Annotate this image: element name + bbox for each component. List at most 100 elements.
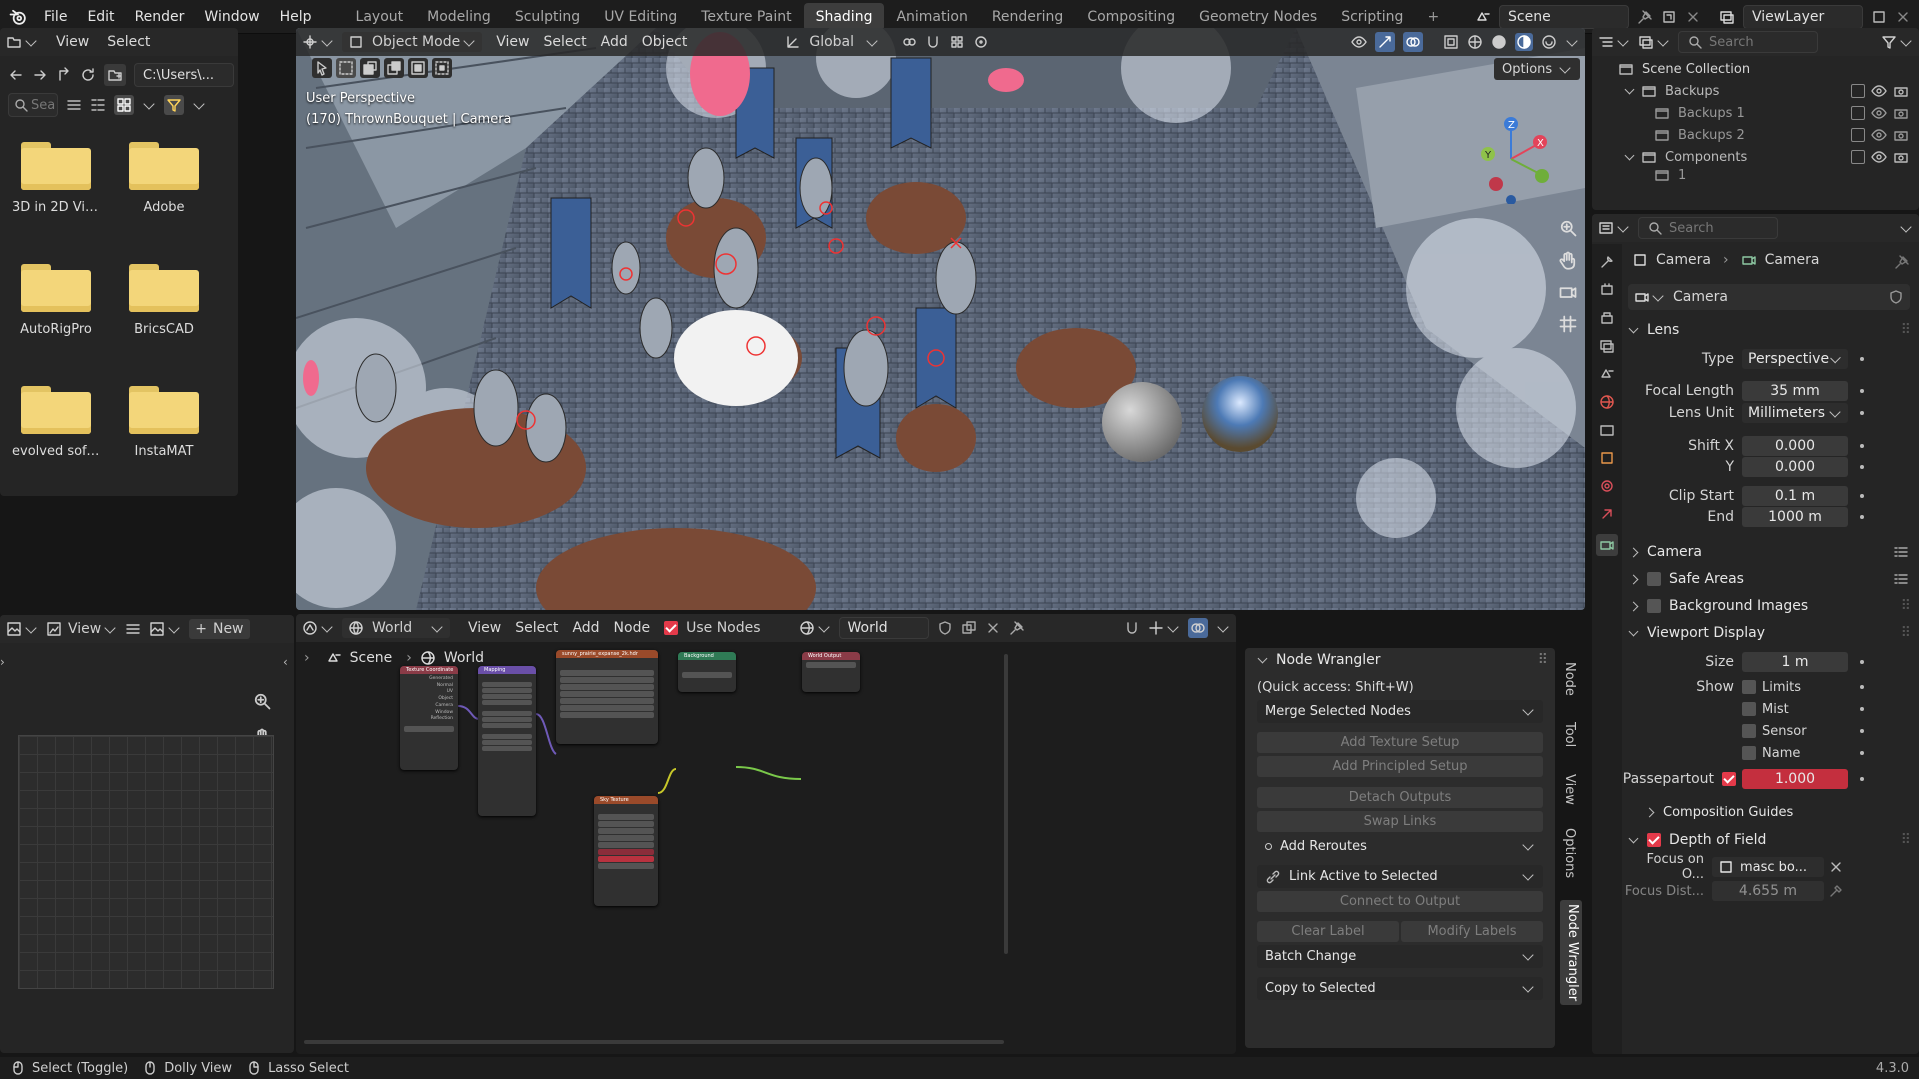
tree-row[interactable]: Backups 2 (1592, 124, 1919, 146)
keyframe-dot[interactable] (1860, 707, 1864, 711)
eye-icon[interactable] (1871, 105, 1887, 121)
folder-item[interactable]: evolved soft... (12, 386, 100, 459)
shader-node-editor[interactable]: World View Select Add Node Use Nodes Wor… (296, 614, 1236, 1054)
folder-item[interactable]: BricsCAD (120, 264, 208, 337)
dof-checkbox[interactable] (1647, 833, 1661, 847)
focal-length-field[interactable]: 35 mm (1742, 381, 1848, 401)
constraints-tab-icon[interactable] (1599, 506, 1615, 522)
camera-datablock-field[interactable]: Camera (1628, 284, 1910, 310)
keyframe-dot[interactable] (1860, 494, 1864, 498)
properties-search-input[interactable]: Search (1638, 217, 1778, 239)
select-extend-icon[interactable] (360, 58, 380, 78)
focus-object-field[interactable]: masc bo... (1712, 857, 1824, 877)
focus-distance-field[interactable]: 4.655 m (1712, 881, 1824, 901)
proportional-edit-icon[interactable] (973, 34, 989, 50)
eyedropper-icon[interactable] (1828, 883, 1844, 899)
node-texture-coordinate[interactable]: Texture Coordinate Generated Normal UV Obje… (400, 666, 458, 770)
camera-data-tab-icon[interactable] (1596, 534, 1618, 556)
add-workspace-icon[interactable]: + (1415, 3, 1451, 31)
vertical-scrollbar[interactable] (1004, 654, 1008, 954)
pin-icon[interactable] (1894, 254, 1910, 270)
tab-geometry-nodes[interactable]: Geometry Nodes (1187, 3, 1329, 31)
keyframe-dot[interactable] (1860, 444, 1864, 448)
options-dropdown[interactable]: Options (1494, 58, 1581, 80)
delete-scene-icon[interactable] (1685, 9, 1701, 25)
path-field[interactable]: C:\Users\... (134, 63, 234, 87)
tree-row[interactable]: Components (1592, 146, 1919, 168)
batch-change-dropdown[interactable]: Batch Change (1257, 945, 1543, 968)
editor-type-icon[interactable] (6, 621, 38, 637)
size-field[interactable]: 1 m (1742, 652, 1848, 672)
menu-render[interactable]: Render (125, 9, 195, 25)
panel-header[interactable]: Node Wrangler ⠿ (1245, 648, 1555, 672)
menu-view[interactable]: View (496, 34, 529, 50)
tab-node-wrangler[interactable]: Node Wrangler (1560, 900, 1582, 1006)
outliner-search-input[interactable]: Search (1678, 31, 1818, 53)
eye-icon[interactable] (1871, 83, 1887, 99)
clip-end-field[interactable]: 1000 m (1742, 507, 1848, 527)
delete-view-layer-icon[interactable] (1895, 9, 1911, 25)
tree-row[interactable]: Backups (1592, 80, 1919, 102)
menu-select[interactable]: Select (107, 34, 150, 50)
menu-window[interactable]: Window (194, 9, 269, 25)
zoom-icon[interactable] (1558, 218, 1578, 238)
tab-scripting[interactable]: Scripting (1329, 3, 1415, 31)
filter-dropdown-icon[interactable] (193, 97, 205, 110)
keyframe-dot[interactable] (1860, 729, 1864, 733)
background-images-checkbox[interactable] (1647, 599, 1661, 613)
section-depth-of-field[interactable]: Depth of Field ⠿ (1622, 828, 1919, 852)
add-reroutes-dropdown[interactable]: Add Reroutes (1257, 835, 1543, 858)
tab-tool[interactable]: Tool (1562, 722, 1577, 747)
thumbnail-view-icon[interactable] (114, 95, 134, 115)
editor-type-icon[interactable] (1598, 34, 1630, 50)
menu-help[interactable]: Help (270, 9, 322, 25)
ortho-grid-icon[interactable] (1558, 314, 1578, 334)
shift-x-field[interactable]: 0.000 (1742, 436, 1848, 456)
detail-view-icon[interactable] (90, 97, 106, 113)
section-viewport-display[interactable]: Viewport Display ⠿ (1622, 621, 1919, 645)
object-tab-icon[interactable] (1599, 450, 1615, 466)
breadcrumb-object[interactable]: Camera (1656, 252, 1711, 268)
tab-view[interactable]: View (1562, 774, 1577, 805)
expand-toolbar-icon[interactable]: › (0, 655, 10, 671)
folder-item[interactable]: 3D in 2D Vie... (12, 142, 100, 215)
passepartout-alpha-field[interactable]: 1.000 (1742, 769, 1848, 789)
tree-row[interactable]: Backups 1 (1592, 102, 1919, 124)
tab-rendering[interactable]: Rendering (980, 3, 1076, 31)
new-image-button[interactable]: + New (189, 619, 250, 639)
shift-y-field[interactable]: 0.000 (1742, 457, 1848, 477)
shading-dropdown-icon[interactable] (1566, 34, 1578, 47)
select-invert-icon[interactable] (408, 58, 428, 78)
options-dropdown-icon[interactable] (1900, 220, 1912, 233)
keyframe-dot[interactable] (1860, 357, 1864, 361)
view-layer-tab-icon[interactable] (1599, 338, 1615, 354)
shading-rendered-icon[interactable] (1541, 34, 1557, 50)
menu-edit[interactable]: Edit (77, 9, 124, 25)
exclude-checkbox[interactable] (1851, 150, 1865, 164)
scene-selector[interactable]: Scene (1499, 4, 1629, 29)
menu-view[interactable]: View (56, 34, 89, 50)
refresh-icon[interactable] (80, 67, 96, 83)
forward-icon[interactable] (32, 67, 48, 83)
tab-node[interactable]: Node (1562, 662, 1577, 696)
mode-dropdown[interactable]: Object Mode (342, 32, 483, 52)
tab-options[interactable]: Options (1562, 828, 1577, 878)
menu-object[interactable]: Object (642, 34, 688, 50)
filter-icon[interactable] (164, 95, 184, 115)
tab-texture-paint[interactable]: Texture Paint (689, 3, 803, 31)
output-tab-icon[interactable] (1599, 310, 1615, 326)
list-icon[interactable] (1893, 571, 1909, 587)
tab-modeling[interactable]: Modeling (415, 3, 503, 31)
breadcrumb-camera-data[interactable]: Camera (1765, 252, 1820, 268)
merge-selected-nodes-dropdown[interactable]: Merge Selected Nodes (1257, 700, 1543, 723)
scene-tab-icon[interactable] (1599, 366, 1615, 382)
expand-icon[interactable] (1624, 150, 1635, 160)
node-world-output[interactable]: World Output (802, 652, 860, 692)
tab-layout[interactable]: Layout (344, 3, 416, 31)
folder-item[interactable]: AutoRigPro (12, 264, 100, 337)
tree-row[interactable]: Scene Collection (1592, 58, 1919, 80)
camera-render-icon[interactable] (1893, 149, 1909, 165)
camera-view-icon[interactable] (1558, 282, 1578, 302)
snap-icon[interactable] (925, 34, 941, 50)
overlay-toggle-icon[interactable] (1188, 618, 1208, 638)
